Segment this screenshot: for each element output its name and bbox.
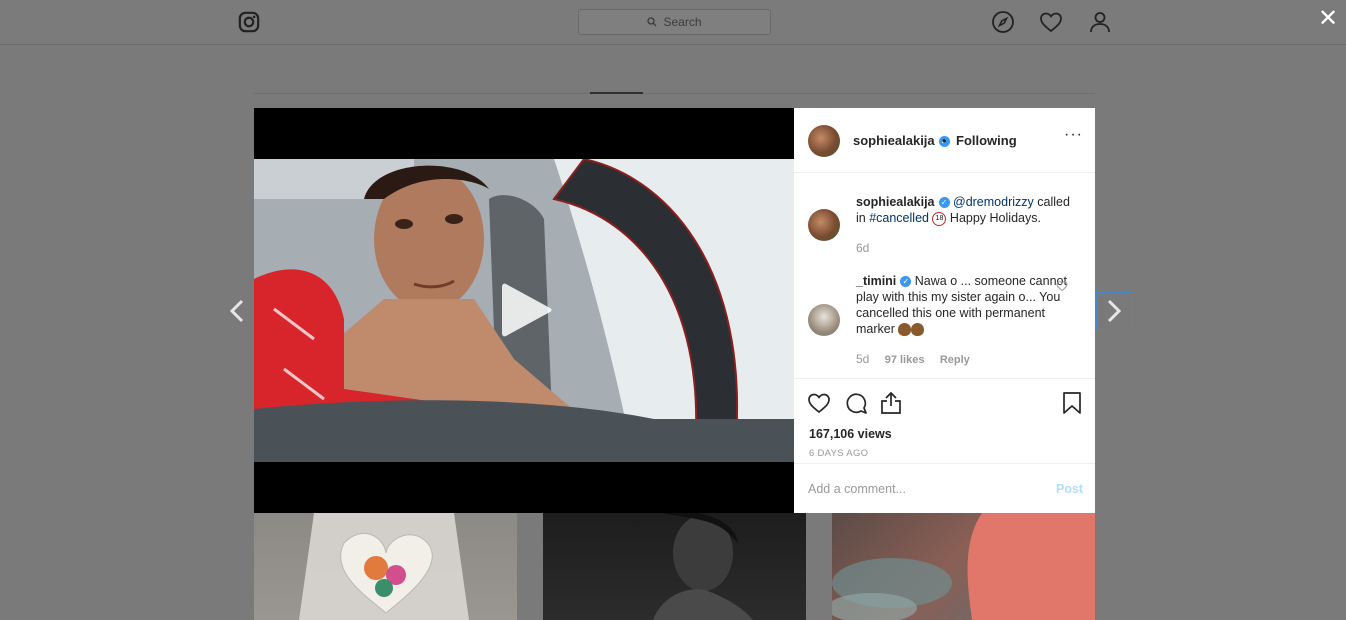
play-icon[interactable] <box>500 280 554 340</box>
share-icon[interactable] <box>879 391 903 415</box>
like-comment-icon[interactable] <box>1056 280 1068 292</box>
avatar[interactable] <box>808 304 840 336</box>
grid-post-thumbnail[interactable] <box>543 513 806 620</box>
post-author[interactable]: sophiealakija ✓ <box>853 133 950 148</box>
caption-age: 6d <box>856 241 870 255</box>
close-icon[interactable]: ✕ <box>1316 7 1340 31</box>
bookmark-icon[interactable] <box>1060 391 1084 415</box>
add-comment-bar: Post <box>794 463 1095 514</box>
clapping-hands-emoji-icon <box>898 323 912 337</box>
mention-link[interactable]: @dremodrizzy <box>953 195 1034 209</box>
heart-icon[interactable] <box>1039 10 1063 34</box>
avatar[interactable] <box>808 125 840 157</box>
comment: _timini ✓ Nawa o ... someone cannot play … <box>856 273 1070 337</box>
reply-button[interactable]: Reply <box>940 354 970 366</box>
post-header: sophiealakija ✓ • Following ··· <box>794 108 1095 173</box>
no-under-18-emoji-icon: 18 <box>932 211 947 226</box>
verified-badge-icon: ✓ <box>938 197 950 209</box>
separator-dot: • <box>942 133 947 148</box>
search-icon <box>647 17 657 27</box>
add-comment-input[interactable] <box>808 479 1038 499</box>
post-details-panel: sophiealakija ✓ • Following ··· sophieala… <box>794 108 1095 513</box>
search-placeholder: Search <box>663 15 702 29</box>
chevron-left-icon <box>230 299 244 323</box>
chevron-right-icon <box>1107 299 1121 323</box>
search-box[interactable]: Search <box>578 9 771 35</box>
video-frame <box>254 159 794 462</box>
profile-tabs-divider <box>254 93 1095 94</box>
previous-post-arrow[interactable] <box>223 293 251 329</box>
grid-post-thumbnail[interactable] <box>832 513 1095 620</box>
instagram-logo-icon[interactable] <box>238 11 260 33</box>
more-options-icon[interactable]: ··· <box>1064 127 1082 146</box>
top-navigation-bar: Search <box>0 0 1346 45</box>
comment-icon[interactable] <box>844 391 868 415</box>
caption-text-end: Happy Holidays. <box>946 211 1041 225</box>
following-button[interactable]: Following <box>956 133 1017 148</box>
view-count[interactable]: 167,106 views <box>809 427 892 441</box>
comment-age: 5d <box>856 352 870 366</box>
post-timestamp[interactable]: 6 DAYS AGO <box>809 448 868 459</box>
hashtag-link[interactable]: #cancelled <box>869 211 929 225</box>
comment-likes[interactable]: 97 likes <box>885 354 925 366</box>
comment-username[interactable]: _timini <box>856 274 896 288</box>
grid-post-thumbnail[interactable] <box>254 513 517 620</box>
profile-icon[interactable] <box>1088 10 1112 34</box>
author-username[interactable]: sophiealakija <box>853 133 935 148</box>
post-actions: 167,106 views 6 DAYS AGO <box>794 378 1095 465</box>
avatar[interactable] <box>808 209 840 241</box>
post-comment-button[interactable]: Post <box>1056 482 1083 496</box>
like-icon[interactable] <box>807 391 831 415</box>
post-caption: sophiealakija ✓ @dremodrizzy called in #c… <box>856 194 1070 226</box>
verified-badge-icon: ✓ <box>900 276 912 288</box>
active-tab-indicator <box>590 92 643 94</box>
post-video-player[interactable] <box>254 108 794 513</box>
caption-username[interactable]: sophiealakija <box>856 195 935 209</box>
comment-meta: 5d 97 likes Reply <box>856 352 982 366</box>
clapping-hands-emoji-icon <box>911 323 925 337</box>
next-post-arrow[interactable] <box>1096 292 1132 330</box>
compass-icon[interactable] <box>991 10 1015 34</box>
